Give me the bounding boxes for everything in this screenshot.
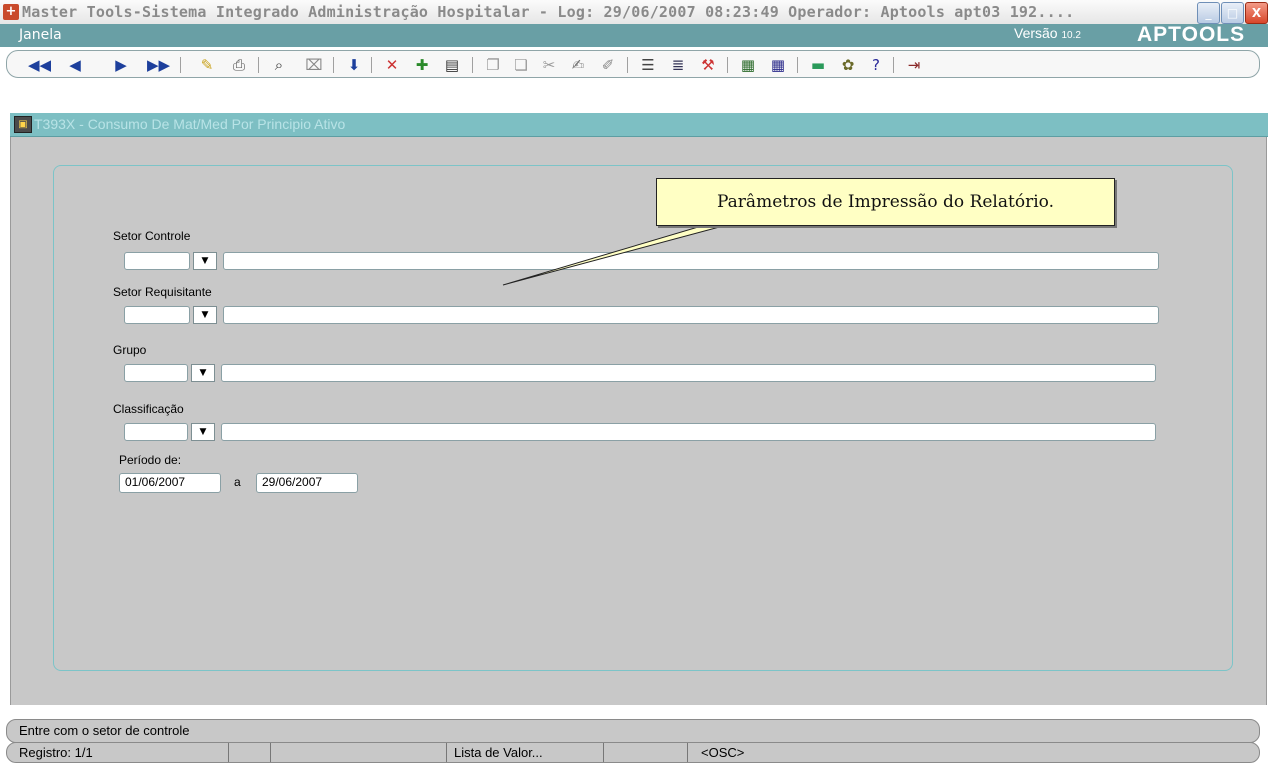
status-lov: Lista de Valor...: [454, 745, 543, 760]
status-message-row: Entre com o setor de controle: [6, 719, 1260, 743]
status-mode: <OSC>: [701, 745, 745, 760]
status-record: Registro: 1/1: [19, 745, 93, 760]
tooltip-callout: Parâmetros de Impressão do Relatório.: [656, 178, 1115, 226]
status-message: Entre com o setor de controle: [19, 723, 190, 738]
statusbar: Entre com o setor de controle Registro: …: [0, 713, 1268, 769]
status-info-row: Registro: 1/1 Lista de Valor... <OSC>: [6, 742, 1260, 763]
tooltip-pointer: [502, 221, 739, 286]
